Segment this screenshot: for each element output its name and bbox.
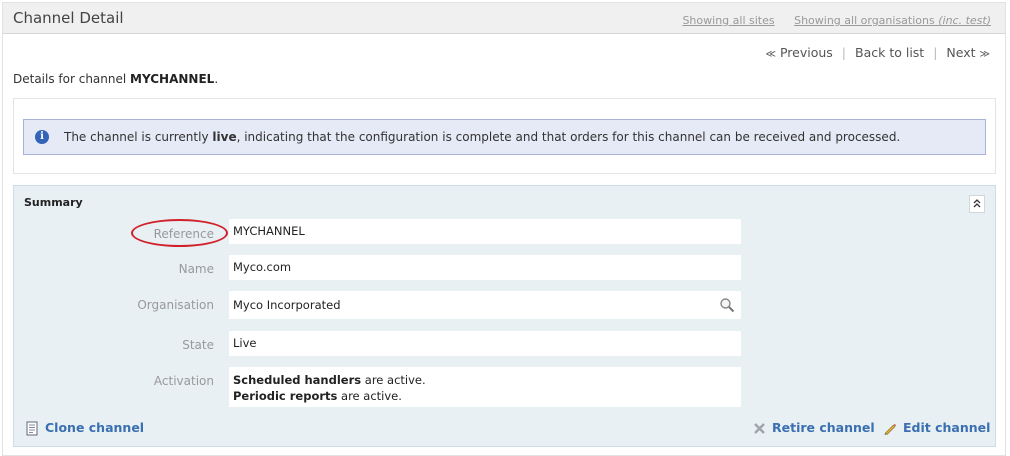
name-label: Name — [178, 262, 214, 276]
retire-channel-label: Retire channel — [772, 420, 875, 435]
page-header: Channel Detail Showing all sites Showing… — [2, 2, 1006, 34]
org-filter-link[interactable]: Showing all organisations (inc. test) — [794, 14, 991, 27]
cross-icon — [754, 423, 765, 434]
double-chevron-up-icon — [973, 199, 981, 208]
previous-label: Previous — [779, 45, 833, 60]
edit-channel-button[interactable]: Edit channel — [883, 420, 990, 436]
search-icon[interactable] — [719, 297, 735, 313]
activation-line-2-bold: Periodic reports — [233, 389, 338, 403]
details-intro: Details for channel MYCHANNEL. — [13, 72, 218, 86]
activation-label: Activation — [153, 374, 214, 388]
previous-link[interactable]: ≪ Previous — [766, 45, 833, 60]
organisation-label: Organisation — [137, 298, 214, 312]
activation-line: Scheduled handlers are active. — [233, 372, 741, 388]
intro-prefix: Details for channel — [13, 72, 127, 86]
organisation-field: Myco Incorporated — [229, 291, 741, 319]
site-filter-link[interactable]: Showing all sites — [682, 14, 774, 27]
page-title: Channel Detail — [13, 9, 124, 27]
notice-text-end: , indicating that the configuration is c… — [236, 130, 901, 144]
state-value: Live — [229, 331, 741, 356]
name-value: Myco.com — [229, 255, 741, 280]
clone-channel-label: Clone channel — [45, 420, 145, 435]
reference-label: Reference — [153, 227, 214, 241]
summary-title: Summary — [24, 196, 83, 209]
status-notice: i The channel is currently live, indicat… — [23, 119, 986, 155]
activation-line-2-text: are active. — [341, 389, 402, 403]
pencil-icon — [884, 423, 897, 435]
filter-links: Showing all sites Showing all organisati… — [666, 14, 991, 27]
channel-code: MYCHANNEL — [130, 72, 215, 86]
org-filter-label: Showing all organisations — [794, 14, 935, 27]
organisation-value: Myco Incorporated — [233, 298, 341, 312]
info-icon: i — [35, 130, 49, 144]
org-filter-suffix: (inc. test) — [938, 14, 991, 27]
record-pager: ≪ Previous | Back to list | Next ≫ — [766, 45, 991, 60]
document-icon — [26, 421, 38, 436]
back-to-list-link[interactable]: Back to list — [855, 45, 924, 60]
clone-channel-button[interactable]: Clone channel — [25, 420, 144, 436]
previous-arrow-icon: ≪ — [765, 49, 776, 60]
notice-text-start: The channel is currently — [64, 130, 209, 144]
retire-channel-button[interactable]: Retire channel — [753, 420, 875, 435]
activation-value: Scheduled handlers are active. Periodic … — [229, 367, 741, 407]
reference-value: MYCHANNEL — [229, 219, 741, 244]
summary-panel: Summary Reference MYCHANNEL Name Myco.co… — [13, 185, 996, 447]
pager-divider: | — [933, 45, 938, 60]
notice-container: i The channel is currently live, indicat… — [13, 98, 996, 174]
next-label: Next — [946, 45, 976, 60]
intro-suffix: . — [214, 72, 219, 86]
state-label: State — [182, 338, 214, 352]
next-arrow-icon: ≫ — [979, 49, 990, 60]
pager-divider: | — [841, 45, 846, 60]
activation-line-1-bold: Scheduled handlers — [233, 373, 362, 387]
activation-line-1-text: are active. — [364, 373, 426, 387]
activation-line: Periodic reports are active. — [233, 388, 741, 404]
collapse-button[interactable] — [969, 195, 985, 213]
edit-channel-label: Edit channel — [903, 420, 991, 435]
notice-state: live — [212, 130, 237, 144]
next-link[interactable]: Next ≫ — [946, 45, 990, 60]
